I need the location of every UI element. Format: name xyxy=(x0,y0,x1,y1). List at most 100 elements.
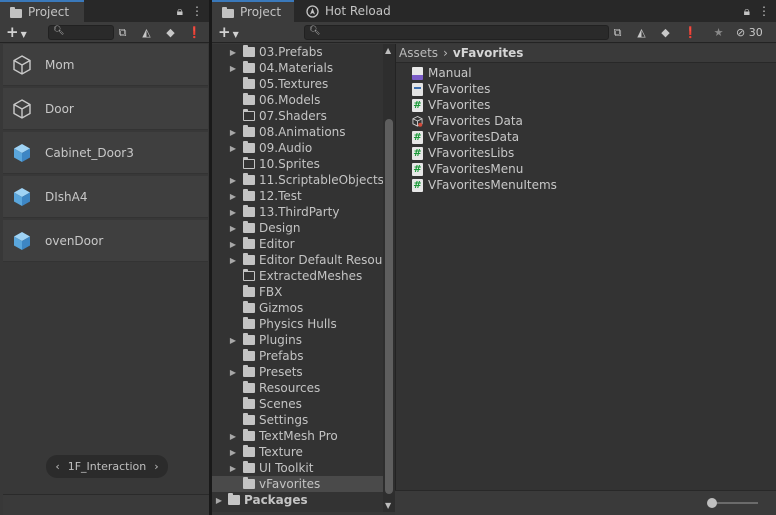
expand-arrow-icon[interactable]: ▶ xyxy=(228,368,238,377)
expand-arrow-icon[interactable]: ▶ xyxy=(228,48,238,57)
list-item[interactable]: # VFavoritesData xyxy=(412,129,519,145)
filter-type-icon[interactable]: ◭ xyxy=(139,25,154,40)
tree-item[interactable]: ▶ UI Toolkit xyxy=(212,460,383,476)
expand-arrow-icon[interactable]: ▶ xyxy=(228,336,238,345)
expand-arrow-icon[interactable]: ▶ xyxy=(228,432,238,441)
more-menu-icon[interactable]: ⋮ xyxy=(191,4,203,19)
tree-item-label: vFavorites xyxy=(259,477,321,491)
tree-item-label: 12.Test xyxy=(259,189,302,203)
tree-item[interactable]: ▶ 03.Prefabs xyxy=(212,44,383,60)
slider-knob[interactable] xyxy=(707,498,717,508)
folder-icon xyxy=(243,77,255,89)
list-item[interactable]: # VFavoritesLibs xyxy=(412,145,514,161)
create-button[interactable]: + ▼ xyxy=(218,23,239,41)
scrollbar-thumb[interactable] xyxy=(385,119,393,494)
hot-reload-icon xyxy=(306,4,319,18)
tree-item[interactable]: 10.Sprites xyxy=(212,156,383,172)
breadcrumb-assets[interactable]: Assets xyxy=(399,46,438,60)
list-item[interactable]: Manual xyxy=(412,65,472,81)
tree-item[interactable]: Prefabs xyxy=(212,348,383,364)
tab-project-left[interactable]: Project xyxy=(0,0,84,22)
hidden-packages-toggle[interactable]: ⊘ 30 xyxy=(736,25,770,40)
expand-arrow-icon[interactable]: ▶ xyxy=(228,208,238,217)
expand-arrow-icon[interactable]: ▶ xyxy=(228,176,238,185)
tree-item[interactable]: ▶ 04.Materials xyxy=(212,60,383,76)
expand-arrow-icon[interactable]: ▶ xyxy=(228,256,238,265)
list-item[interactable]: VFavorites xyxy=(412,81,490,97)
list-item[interactable]: ovenDoor xyxy=(3,220,208,262)
tree-item[interactable]: ▶ Plugins xyxy=(212,332,383,348)
tree-item[interactable]: Settings xyxy=(212,412,383,428)
tree-item[interactable]: Gizmos xyxy=(212,300,383,316)
expand-arrow-icon[interactable]: ▶ xyxy=(228,128,238,137)
icon-size-slider[interactable] xyxy=(707,498,758,508)
tree-item[interactable]: ▶ 11.ScriptableObjects xyxy=(212,172,383,188)
list-item[interactable]: VFavorites Data xyxy=(412,113,523,129)
scroll-up-icon[interactable]: ▲ xyxy=(385,46,391,55)
tree-item[interactable]: FBX xyxy=(212,284,383,300)
expand-arrow-icon[interactable]: ▶ xyxy=(228,464,238,473)
tree-item[interactable]: ▶ 09.Audio xyxy=(212,140,383,156)
tree-item[interactable]: ▶ 13.ThirdParty xyxy=(212,204,383,220)
tree-item[interactable]: ▶ Editor xyxy=(212,236,383,252)
tree-item-packages[interactable]: ▶ Packages xyxy=(212,492,383,508)
breadcrumb-label[interactable]: 1F_Interaction xyxy=(68,460,147,473)
breadcrumb-current[interactable]: vFavorites xyxy=(453,46,524,60)
prefab-cube-icon xyxy=(14,187,30,206)
list-item[interactable]: # VFavoritesMenuItems xyxy=(412,177,557,193)
create-button[interactable]: + ▼ xyxy=(6,23,27,41)
expand-arrow-icon[interactable]: ▶ xyxy=(214,496,224,505)
folder-icon xyxy=(243,397,255,409)
search-by-type-icon[interactable]: ⧉ xyxy=(610,25,625,40)
warning-icon[interactable]: ❗ xyxy=(187,25,202,40)
tree-item[interactable]: ▶ Texture xyxy=(212,444,383,460)
list-item[interactable]: # VFavoritesMenu xyxy=(412,161,523,177)
list-item[interactable]: DIshA4 xyxy=(3,176,208,218)
scroll-down-icon[interactable]: ▼ xyxy=(385,501,391,510)
list-item[interactable]: Mom xyxy=(3,44,208,86)
tree-item[interactable]: ▶ 08.Animations xyxy=(212,124,383,140)
filter-type-icon[interactable]: ◭ xyxy=(634,25,649,40)
folder-content: Assets › vFavorites Manual VFavorites # VFa… xyxy=(395,44,776,490)
expand-arrow-icon[interactable]: ▶ xyxy=(228,192,238,201)
tree-item[interactable]: 05.Textures xyxy=(212,76,383,92)
warning-icon[interactable]: ❗ xyxy=(683,25,698,40)
tree-item[interactable]: ExtractedMeshes xyxy=(212,268,383,284)
expand-arrow-icon[interactable]: ▶ xyxy=(228,144,238,153)
tree-item[interactable]: Resources xyxy=(212,380,383,396)
list-item[interactable]: # VFavorites xyxy=(412,97,490,113)
tree-item[interactable]: vFavorites xyxy=(212,476,383,492)
tree-item[interactable]: ▶ Editor Default Resources xyxy=(212,252,383,268)
tab-hot-reload[interactable]: Hot Reload xyxy=(296,0,406,22)
tree-item[interactable]: ▶ TextMesh Pro xyxy=(212,428,383,444)
tree-item[interactable]: ▶ Presets xyxy=(212,364,383,380)
search-by-type-icon[interactable]: ⧉ xyxy=(115,25,130,40)
expand-arrow-icon[interactable]: ▶ xyxy=(228,64,238,73)
label-tag-icon[interactable]: ◆ xyxy=(658,25,673,40)
tree-item[interactable]: Physics Hulls xyxy=(212,316,383,332)
tree-item[interactable]: 06.Models xyxy=(212,92,383,108)
chevron-right-icon[interactable]: › xyxy=(154,460,158,473)
list-item[interactable]: Cabinet_Door3 xyxy=(3,132,208,174)
expand-arrow-icon[interactable]: ▶ xyxy=(228,224,238,233)
label-tag-icon[interactable]: ◆ xyxy=(163,25,178,40)
tab-project[interactable]: Project xyxy=(212,0,294,22)
search-field[interactable]: 🔍︎ xyxy=(48,25,114,40)
tree-item[interactable]: ▶ Design xyxy=(212,220,383,236)
favorite-star-icon[interactable]: ★ xyxy=(711,25,726,40)
search-field[interactable]: 🔍︎ xyxy=(304,25,609,40)
more-menu-icon[interactable]: ⋮ xyxy=(758,4,770,19)
tree-item[interactable]: Scenes xyxy=(212,396,383,412)
lock-icon[interactable]: 🔒︎ xyxy=(177,4,183,19)
chevron-left-icon[interactable]: ‹ xyxy=(55,460,59,473)
tree-scrollbar[interactable]: ▲ ▼ xyxy=(383,44,395,512)
lock-icon[interactable]: 🔒︎ xyxy=(744,4,750,19)
expand-arrow-icon[interactable]: ▶ xyxy=(228,448,238,457)
tree-item[interactable]: ▶ 12.Test xyxy=(212,188,383,204)
file-label: VFavoritesLibs xyxy=(428,146,515,160)
list-item[interactable]: Door xyxy=(3,88,208,130)
expand-arrow-icon[interactable]: ▶ xyxy=(228,240,238,249)
tree-item[interactable]: 07.Shaders xyxy=(212,108,383,124)
item-label: ovenDoor xyxy=(45,233,104,248)
scene-breadcrumb: ‹ 1F_Interaction › xyxy=(46,455,168,478)
